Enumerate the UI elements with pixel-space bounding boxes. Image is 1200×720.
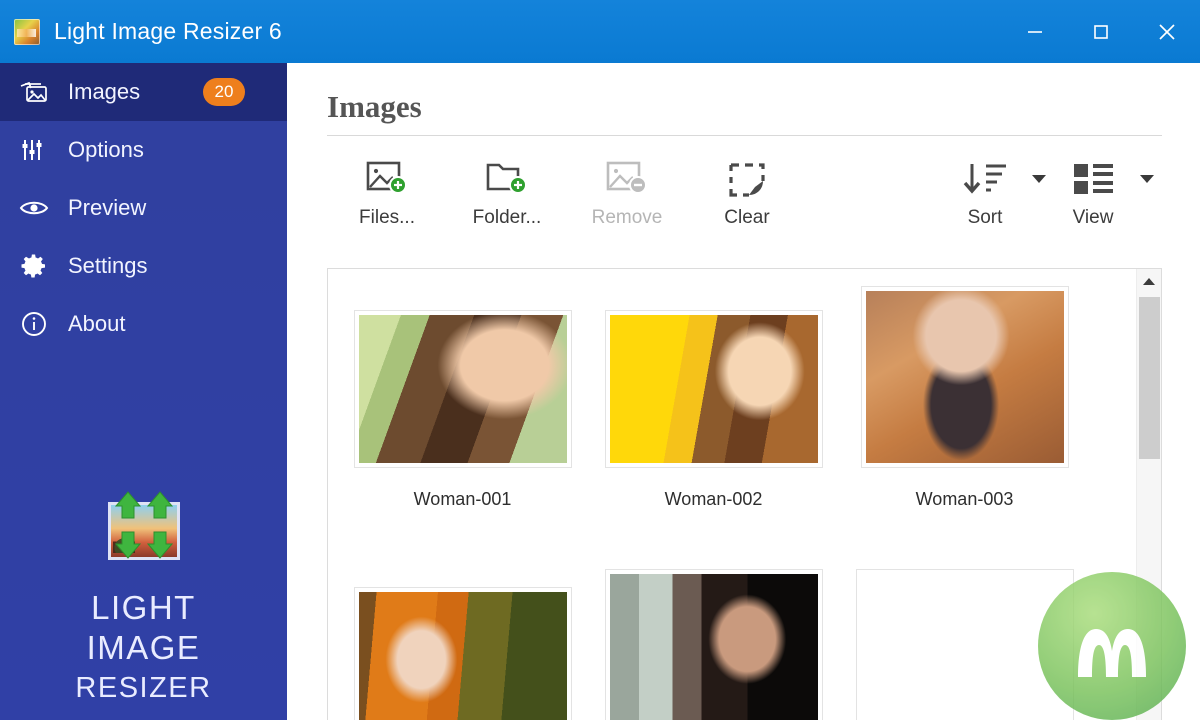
title-bar: Light Image Resizer 6	[0, 0, 1200, 63]
maximize-icon[interactable]	[1068, 0, 1134, 63]
image-grid: Woman-001 Woman-002 Woman-003	[328, 269, 1128, 720]
sidebar: Images 20 Options Preview Settings About…	[0, 63, 287, 720]
add-files-button[interactable]: Files...	[327, 153, 447, 229]
sort-descending-icon	[961, 153, 1009, 205]
brand-line-2: IMAGE	[86, 629, 201, 666]
page-title: Images	[327, 89, 422, 124]
thumbnail-wrap	[354, 295, 571, 467]
thumbnail-wrap	[354, 554, 571, 720]
list-view-icon	[1069, 153, 1117, 205]
app-photo-icon	[14, 18, 40, 45]
sidebar-item-images[interactable]: Images 20	[0, 63, 287, 121]
remove-label: Remove	[591, 207, 663, 228]
brand-line-1: LIGHT	[91, 589, 196, 626]
sidebar-item-preview[interactable]: Preview	[0, 179, 287, 237]
add-folder-icon	[484, 153, 530, 205]
sort-chevron-down-icon[interactable]	[1024, 153, 1054, 205]
image-item[interactable]	[346, 554, 579, 720]
toolbar-left-group: Files... Folder... Remove Clear	[327, 153, 807, 229]
toolbar-right-group: Sort View	[946, 153, 1162, 229]
eye-icon	[16, 197, 52, 219]
thumbnail[interactable]	[605, 570, 822, 720]
sidebar-item-about[interactable]: About	[0, 295, 287, 353]
add-folder-button[interactable]: Folder...	[447, 153, 567, 229]
thumbnail[interactable]	[605, 311, 822, 467]
sidebar-item-label: Preview	[68, 195, 147, 220]
image-item[interactable]: Woman-001	[346, 295, 579, 510]
window-controls	[1002, 0, 1200, 63]
add-image-icon	[364, 153, 410, 205]
close-icon[interactable]	[1134, 0, 1200, 63]
info-circle-icon	[16, 310, 52, 338]
view-label: View	[1072, 207, 1114, 228]
image-item[interactable]	[848, 554, 1081, 720]
thumbnail-wrap	[861, 287, 1068, 467]
thumbnail-image	[358, 315, 567, 463]
chevron-up-icon[interactable]	[1137, 269, 1161, 294]
images-count-badge: 20	[203, 78, 245, 106]
photos-stack-icon	[16, 79, 52, 105]
brand-logo: LIGHT IMAGE RESIZER	[0, 488, 287, 708]
image-item[interactable]: Woman-002	[597, 295, 830, 510]
image-item-label: Woman-003	[915, 489, 1014, 509]
view-split-button: View	[1054, 153, 1162, 229]
image-list-panel: Woman-001 Woman-002 Woman-003	[327, 268, 1162, 720]
view-chevron-down-icon[interactable]	[1132, 153, 1162, 205]
thumbnail-image	[861, 574, 1069, 720]
sidebar-item-label: Images	[68, 79, 141, 104]
toolbar: Files... Folder... Remove Clear Sort Vie…	[327, 153, 1162, 231]
view-button[interactable]: View	[1054, 153, 1132, 229]
image-item[interactable]	[597, 554, 830, 720]
app-window: Light Image Resizer 6 Images 20 Options …	[0, 0, 1200, 720]
thumbnail[interactable]	[861, 287, 1068, 467]
thumbnail-wrap	[605, 554, 822, 720]
image-item-label: Woman-002	[664, 489, 763, 509]
image-item-label: Woman-001	[413, 489, 512, 509]
title-divider	[327, 135, 1162, 136]
sidebar-item-label: About	[68, 311, 126, 336]
thumbnail[interactable]	[354, 311, 571, 467]
scrollbar-thumb[interactable]	[1139, 297, 1160, 459]
image-item[interactable]: Woman-003	[848, 287, 1081, 510]
resize-arrows-photo-icon	[92, 488, 196, 574]
sidebar-item-options[interactable]: Options	[0, 121, 287, 179]
clear-icon	[725, 153, 769, 205]
sort-split-button: Sort	[946, 153, 1054, 229]
thumbnail-image	[609, 574, 818, 720]
sidebar-item-label: Options	[68, 137, 144, 162]
add-folder-label: Folder...	[472, 207, 542, 228]
vertical-scrollbar[interactable]	[1136, 269, 1161, 720]
sliders-icon	[16, 137, 52, 163]
remove-image-icon	[604, 153, 650, 205]
sort-label: Sort	[967, 207, 1003, 228]
thumbnail-image	[865, 291, 1064, 463]
thumbnail-image	[358, 592, 567, 720]
remove-button[interactable]: Remove	[567, 153, 687, 229]
clear-label: Clear	[724, 207, 770, 228]
window-title: Light Image Resizer 6	[54, 18, 282, 44]
thumbnail-wrap	[856, 554, 1073, 720]
thumbnail-wrap	[605, 295, 822, 467]
thumbnail[interactable]	[856, 570, 1073, 720]
thumbnail-image	[609, 315, 818, 463]
sidebar-item-label: Settings	[68, 253, 148, 278]
gear-icon	[16, 252, 52, 280]
clear-button[interactable]: Clear	[687, 153, 807, 229]
sidebar-item-settings[interactable]: Settings	[0, 237, 287, 295]
main-content: Images Files... Folder... Remove Clear S…	[287, 63, 1200, 720]
minimize-icon[interactable]	[1002, 0, 1068, 63]
thumbnail[interactable]	[354, 588, 571, 720]
add-files-label: Files...	[359, 207, 415, 228]
brand-line-3: RESIZER	[75, 672, 212, 704]
sort-button[interactable]: Sort	[946, 153, 1024, 229]
